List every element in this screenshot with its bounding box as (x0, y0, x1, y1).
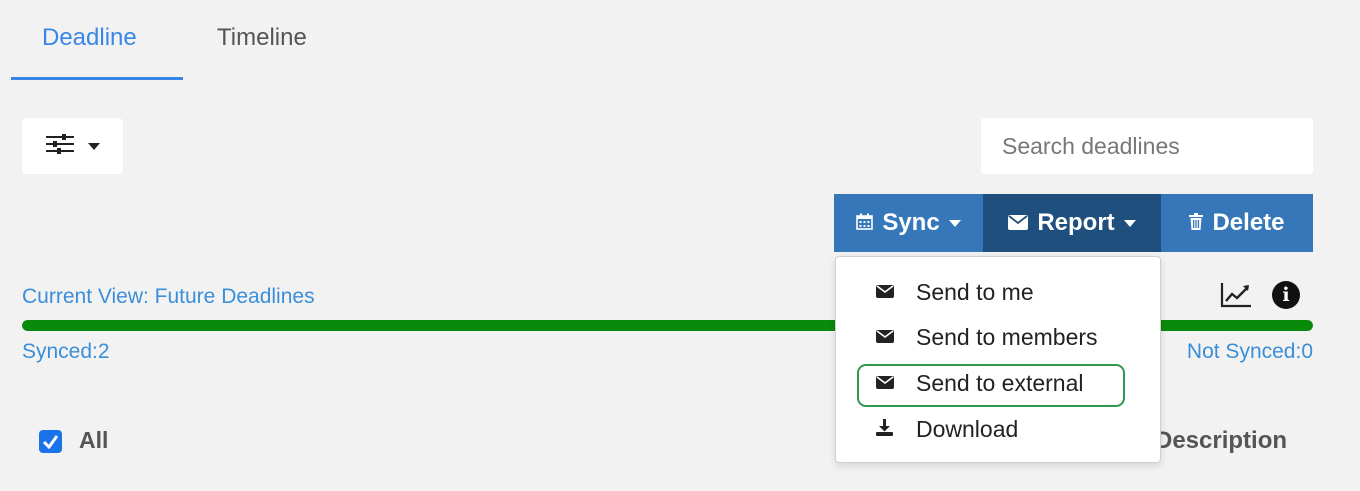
chevron-down-icon (948, 219, 961, 227)
description-column-header[interactable]: Description (1155, 427, 1287, 455)
sync-dropdown-button[interactable]: Sync (834, 194, 983, 252)
sliders-icon (45, 133, 74, 160)
checkmark-icon (42, 435, 59, 450)
current-view-link[interactable]: Current View: Future Deadlines (22, 285, 315, 309)
envelope-icon (876, 285, 894, 303)
envelope-icon (876, 376, 894, 394)
menu-item-send-to-me[interactable]: Send to me (836, 271, 1160, 313)
tab-deadline[interactable]: Deadline (42, 24, 137, 52)
not-synced-count: Not Synced:0 (1186, 340, 1313, 363)
filter-dropdown-button[interactable] (22, 118, 123, 174)
envelope-icon (1008, 209, 1029, 237)
menu-item-send-to-members[interactable]: Send to members (836, 316, 1160, 358)
download-icon (876, 419, 893, 441)
menu-item-download[interactable]: Download (836, 408, 1160, 450)
menu-item-label: Send to members (916, 323, 1098, 350)
active-tab-underline (11, 77, 183, 80)
info-icon[interactable]: i (1272, 281, 1300, 309)
delete-label: Delete (1212, 209, 1285, 236)
trash-icon (1189, 209, 1204, 237)
chevron-down-icon (87, 142, 100, 150)
synced-count: Synced:2 (22, 340, 110, 363)
sync-label: Sync (882, 209, 940, 236)
report-label: Report (1037, 209, 1115, 236)
chevron-down-icon (1123, 219, 1136, 227)
search-deadlines-input[interactable] (981, 118, 1313, 174)
select-all-label: All (79, 427, 109, 453)
menu-item-label: Download (916, 415, 1019, 442)
delete-button[interactable]: Delete (1161, 194, 1313, 252)
tab-timeline[interactable]: Timeline (217, 24, 307, 52)
report-dropdown-button[interactable]: Report (983, 194, 1161, 252)
line-chart-icon[interactable] (1220, 282, 1252, 313)
menu-item-send-to-external[interactable]: Send to external (836, 362, 1160, 404)
menu-item-label: Send to me (916, 278, 1034, 305)
envelope-icon (876, 330, 894, 348)
report-dropdown-menu: Send to me Send to members Send to exter… (835, 256, 1161, 463)
select-all-checkbox[interactable] (39, 430, 62, 453)
menu-item-label: Send to external (916, 369, 1084, 396)
calendar-icon (856, 209, 874, 237)
